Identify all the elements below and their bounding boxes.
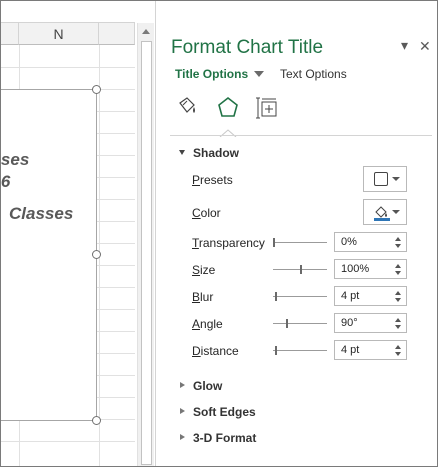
gridline <box>1 67 135 68</box>
distance-label: Distance <box>192 344 239 358</box>
format-chart-title-pane: Format Chart Title ▾ ✕ Title Options Tex… <box>155 1 437 466</box>
chart-title-box[interactable]: asses 016 Classes <box>1 89 97 421</box>
distance-spinner[interactable]: 4 pt <box>334 340 407 360</box>
vertical-scrollbar[interactable] <box>137 23 154 466</box>
spin-up-icon[interactable] <box>395 318 401 322</box>
paint-bucket-icon <box>374 206 390 221</box>
spin-up-icon[interactable] <box>395 264 401 268</box>
angle-label: Angle <box>192 317 223 331</box>
spin-up-icon[interactable] <box>395 345 401 349</box>
pane-divider <box>170 135 432 136</box>
transparency-spinner[interactable]: 0% <box>334 232 407 252</box>
worksheet-area[interactable]: N C asses 016 Classes <box>1 1 135 466</box>
presets-picker[interactable] <box>363 166 407 192</box>
chevron-down-icon <box>392 210 400 214</box>
tab-title-options[interactable]: Title Options <box>175 67 248 81</box>
tab-text-options[interactable]: Text Options <box>280 67 347 81</box>
chevron-down-icon <box>392 177 400 181</box>
resize-handle-right[interactable] <box>92 250 101 259</box>
size-slider-thumb[interactable] <box>300 265 302 274</box>
color-label: Color <box>192 206 221 220</box>
shadow-collapse-icon[interactable] <box>179 150 185 155</box>
chevron-down-icon[interactable] <box>254 71 264 77</box>
transparency-slider[interactable] <box>273 242 327 243</box>
3d-format-section-header[interactable]: 3-D Format <box>193 431 256 445</box>
scroll-thumb[interactable] <box>141 41 152 465</box>
scroll-up-arrow-icon[interactable] <box>142 29 150 34</box>
angle-spinner[interactable]: 90° <box>334 313 407 333</box>
formula-strip <box>1 1 135 23</box>
blur-spinner[interactable]: 4 pt <box>334 286 407 306</box>
spin-up-icon[interactable] <box>395 237 401 241</box>
shadow-preset-icon <box>374 172 388 186</box>
size-value[interactable]: 100% <box>341 263 369 275</box>
transparency-label: Transparency <box>192 236 265 250</box>
blur-slider-thumb[interactable] <box>275 292 277 301</box>
angle-value[interactable]: 90° <box>341 317 358 329</box>
glow-section-header[interactable]: Glow <box>193 379 222 393</box>
pane-options-icon[interactable]: ▾ <box>401 37 408 54</box>
transparency-slider-thumb[interactable] <box>273 238 275 247</box>
effects-pentagon-icon[interactable] <box>215 95 241 121</box>
distance-value[interactable]: 4 pt <box>341 344 359 356</box>
glow-expand-icon[interactable] <box>180 382 185 388</box>
chart-title-line-2: 016 <box>1 172 11 191</box>
angle-slider[interactable] <box>273 323 327 324</box>
window-frame: N C asses 016 Classes <box>0 0 438 467</box>
gridline <box>1 441 135 442</box>
3d-format-expand-icon[interactable] <box>180 434 185 440</box>
transparency-value[interactable]: 0% <box>341 236 357 248</box>
spin-down-icon[interactable] <box>395 298 401 302</box>
size-label: Size <box>192 263 216 277</box>
spin-down-icon[interactable] <box>395 352 401 356</box>
column-header-m[interactable] <box>1 23 19 45</box>
distance-slider-thumb[interactable] <box>275 346 277 355</box>
size-spinner[interactable]: 100% <box>334 259 407 279</box>
distance-slider[interactable] <box>273 350 327 351</box>
blur-label: Blur <box>192 290 214 304</box>
chart-title-line-1: asses <box>1 150 30 169</box>
blur-value[interactable]: 4 pt <box>341 290 359 302</box>
chart-title-line-3: Classes <box>9 204 74 223</box>
fill-line-icon[interactable] <box>174 95 200 121</box>
spin-up-icon[interactable] <box>395 291 401 295</box>
pane-close-icon[interactable]: ✕ <box>419 38 431 55</box>
soft-edges-section-header[interactable]: Soft Edges <box>193 405 256 419</box>
angle-slider-thumb[interactable] <box>286 319 288 328</box>
spin-down-icon[interactable] <box>395 271 401 275</box>
shadow-color-picker[interactable] <box>363 199 407 225</box>
spin-down-icon[interactable] <box>395 325 401 329</box>
blur-slider[interactable] <box>273 296 327 297</box>
spin-down-icon[interactable] <box>395 244 401 248</box>
soft-edges-expand-icon[interactable] <box>180 408 185 414</box>
resize-handle-top-right[interactable] <box>92 85 101 94</box>
presets-label: Presets <box>192 173 233 187</box>
size-properties-icon[interactable] <box>255 95 281 121</box>
column-header-n[interactable]: N <box>19 23 99 45</box>
resize-handle-bottom-right[interactable] <box>92 416 101 425</box>
shadow-section-header[interactable]: Shadow <box>193 146 239 160</box>
pane-title: Format Chart Title <box>171 37 324 58</box>
column-header-o[interactable]: C <box>99 23 135 45</box>
